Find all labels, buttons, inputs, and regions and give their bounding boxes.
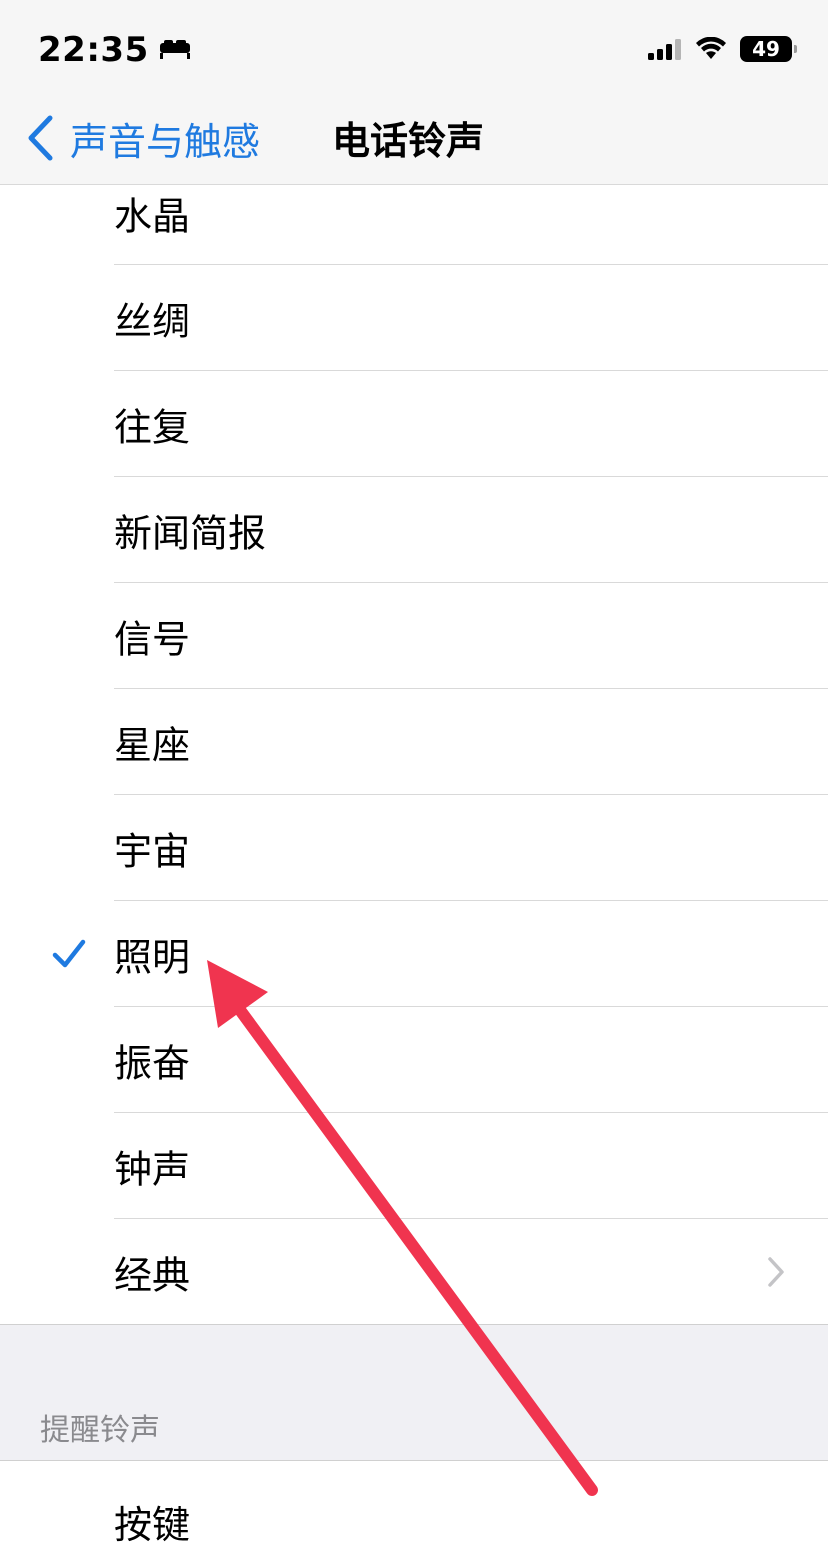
ringtone-item[interactable]: 水晶 [0, 185, 828, 265]
status-indicators: 49 [648, 36, 797, 62]
cellular-signal-icon [648, 39, 681, 60]
ringtone-item[interactable]: 振奋 [0, 1007, 828, 1113]
bed-icon [159, 40, 190, 59]
back-button-label: 声音与触感 [70, 119, 261, 164]
ringtone-item[interactable]: 新闻简报 [0, 477, 828, 583]
ringtone-item[interactable]: 丝绸 [0, 265, 828, 371]
battery-level: 49 [752, 37, 780, 61]
ringtone-label: 振奋 [114, 1041, 191, 1086]
time-text: 22:35 [38, 30, 149, 70]
ringtone-label: 星座 [114, 723, 191, 768]
ringtone-item[interactable]: 星座 [0, 689, 828, 795]
battery-icon: 49 [740, 36, 797, 62]
ringtone-label: 钟声 [114, 1147, 191, 1192]
chevron-left-icon [28, 115, 53, 161]
chevron-right-icon [768, 1257, 784, 1287]
ringtone-label: 丝绸 [114, 299, 191, 344]
alert-tone-label: 按键 [114, 1503, 191, 1547]
wifi-icon [696, 37, 726, 59]
ringtone-item[interactable]: 往复 [0, 371, 828, 477]
ringtone-label: 照明 [114, 935, 191, 980]
ringtone-item[interactable]: 信号 [0, 583, 828, 689]
ringtone-label: 经典 [114, 1253, 191, 1298]
ringtone-item[interactable]: 宇宙 [0, 795, 828, 901]
status-time: 22:35 [38, 30, 191, 70]
ringtone-label: 信号 [114, 617, 191, 662]
back-button[interactable]: 声音与触感 [24, 108, 260, 168]
ringtone-label: 新闻简报 [114, 511, 267, 556]
checkmark-icon [52, 939, 86, 968]
ringtone-item[interactable]: 钟声 [0, 1113, 828, 1219]
section-separator: 提醒铃声 [0, 1324, 828, 1461]
ringtone-label: 宇宙 [114, 829, 191, 874]
page-title: 电话铃声 [332, 119, 485, 163]
alert-tone-item[interactable]: 按键 [0, 1462, 828, 1559]
section-header: 提醒铃声 [40, 1413, 160, 1448]
navigation-header: 22:35 49 声音与触感 电话铃声 [0, 0, 828, 185]
ringtone-label: 往复 [114, 405, 191, 450]
ringtone-label: 水晶 [114, 194, 191, 239]
ringtone-item-classic[interactable]: 经典 [0, 1219, 828, 1325]
ringtone-list: 水晶 丝绸 往复 新闻简报 信号 星座 宇宙 照明 振奋 钟声 经典 [0, 185, 828, 1325]
ringtone-item-selected[interactable]: 照明 [0, 901, 828, 1007]
